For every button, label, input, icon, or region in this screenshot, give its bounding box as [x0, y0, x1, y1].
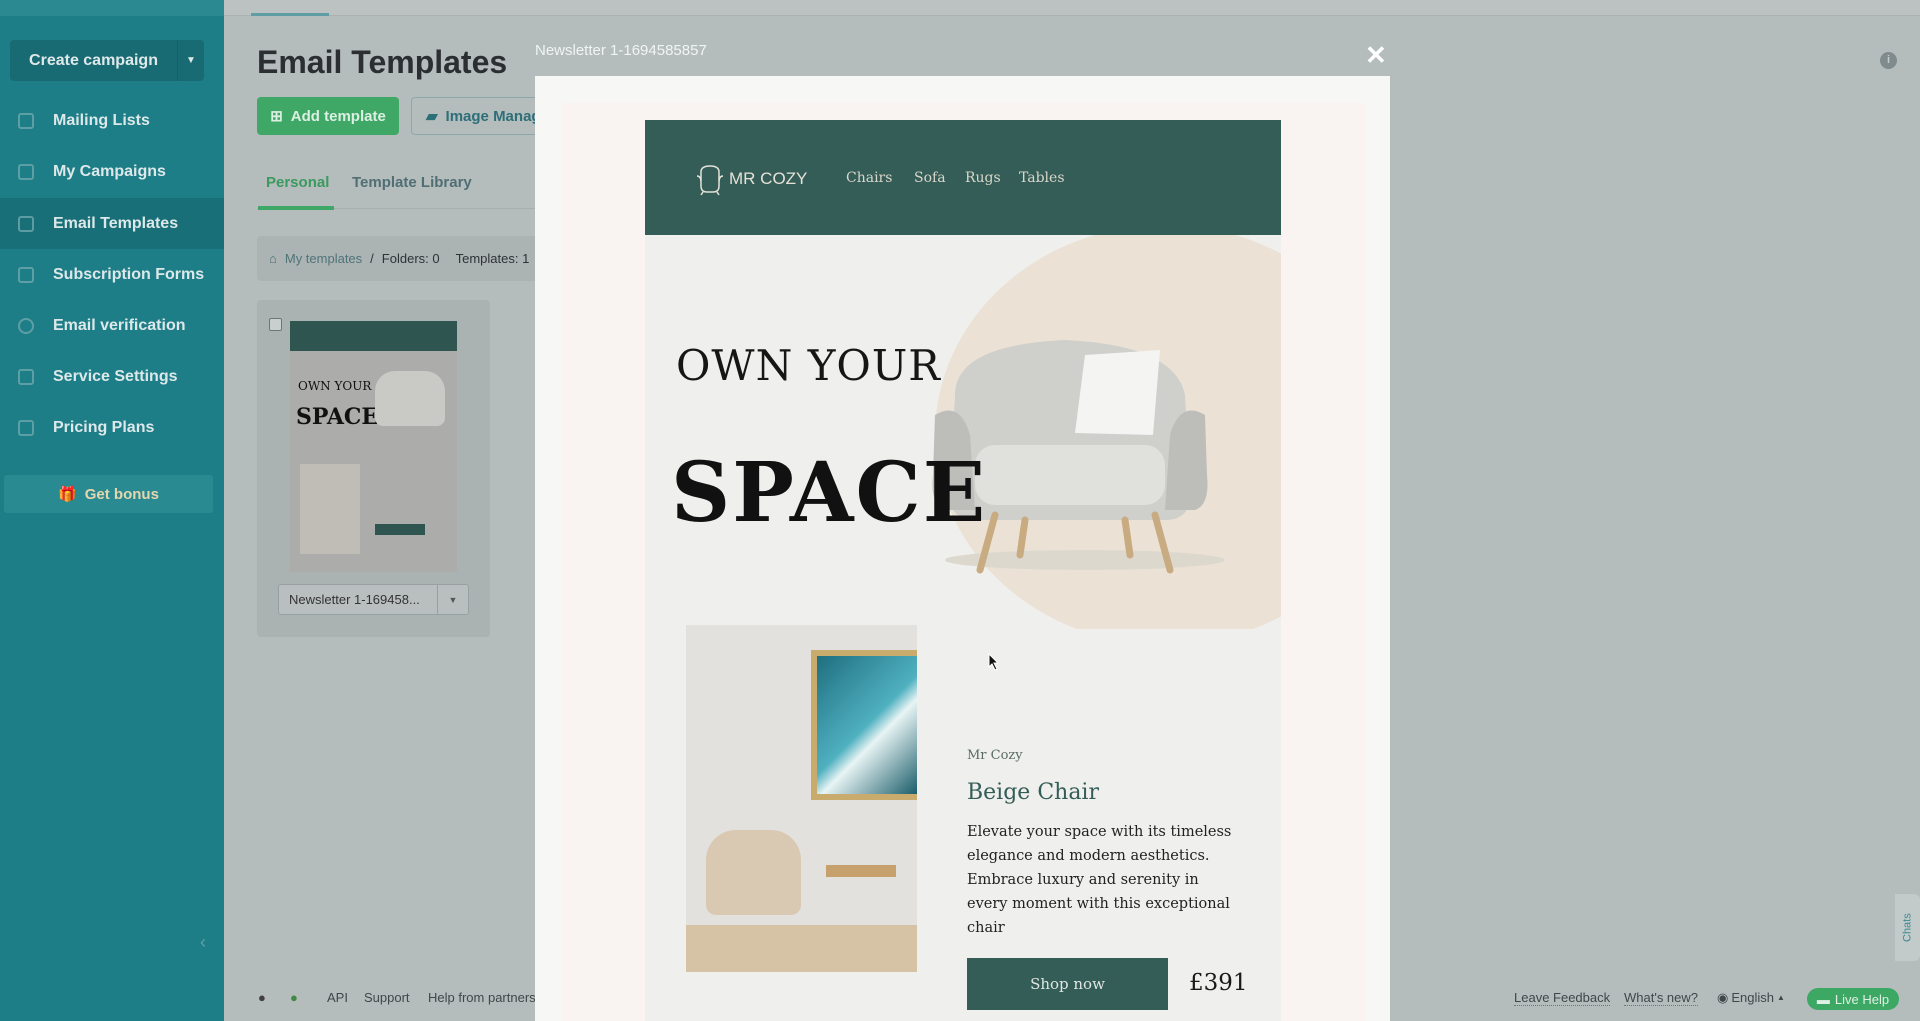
side-table: [826, 865, 896, 877]
modal-title: Newsletter 1-1694585857: [535, 42, 707, 59]
pricing-icon: [18, 419, 34, 436]
thumb-button: [375, 524, 425, 535]
email-nav-sofa[interactable]: Sofa: [914, 170, 946, 186]
brand-name: MR COZY: [729, 169, 808, 188]
email-nav-tables[interactable]: Tables: [1019, 170, 1065, 186]
add-template-button[interactable]: ⊞ Add template: [257, 97, 399, 135]
footer-link-support[interactable]: Support: [364, 990, 410, 1005]
address-book-icon: [18, 112, 34, 129]
create-campaign-button[interactable]: Create campaign ▼: [10, 40, 204, 81]
hero-headline-2: SPACE: [671, 445, 988, 541]
sidebar-item-service-settings[interactable]: Service Settings: [0, 351, 224, 402]
email-preview: MR COZY Chairs Sofa Rugs Tables OWN YOUR…: [645, 120, 1281, 1021]
template-checkbox[interactable]: [269, 318, 282, 331]
email-nav-chairs[interactable]: Chairs: [846, 170, 892, 186]
add-square-icon: ⊞: [270, 108, 283, 125]
hero-headline-1: OWN YOUR: [676, 341, 941, 390]
email-nav-rugs[interactable]: Rugs: [965, 170, 1001, 186]
thumb-text: SPACE: [296, 404, 379, 430]
footer-link-api[interactable]: API: [327, 990, 348, 1005]
email-header: MR COZY Chairs Sofa Rugs Tables: [645, 120, 1281, 235]
top-bar: [224, 0, 1920, 16]
sidebar-item-label: Email Templates: [53, 214, 179, 232]
create-campaign-label: Create campaign: [10, 40, 178, 81]
add-template-label: Add template: [290, 107, 386, 125]
globe-icon: ◉: [1717, 990, 1729, 1005]
product-price: £391: [1189, 970, 1248, 996]
thumb-chair: [375, 371, 445, 426]
sidebar-item-label: My Campaigns: [53, 162, 166, 180]
template-thumbnail[interactable]: OWN YOUR SPACE: [290, 321, 457, 572]
sidebar-item-label: Subscription Forms: [53, 265, 205, 283]
apple-icon[interactable]: ●: [258, 990, 266, 1005]
brand-logo: MR COZY: [693, 162, 807, 196]
live-help-label: Live Help: [1834, 991, 1890, 1007]
sidebar-item-label: Service Settings: [53, 367, 178, 385]
info-icon[interactable]: i: [1880, 52, 1897, 69]
sidebar-item-email-verification[interactable]: Email verification: [0, 300, 224, 351]
chat-icon: ▬: [1816, 991, 1830, 1007]
folders-count: Folders: 0: [381, 251, 440, 266]
breadcrumb-separator: /: [370, 251, 374, 266]
armchair-logo-icon: [696, 165, 724, 196]
product-image: [686, 625, 917, 972]
breadcrumb-my-templates[interactable]: My templates: [285, 251, 362, 266]
email-hero: OWN YOUR SPACE: [645, 235, 1281, 629]
breadcrumb: ⌂ My templates / Folders: 0 Templates: 1: [257, 236, 547, 281]
template-icon: [18, 215, 34, 232]
top-tab-indicator: [251, 13, 329, 16]
sidebar-item-subscription-forms[interactable]: Subscription Forms: [0, 249, 224, 300]
live-help-button[interactable]: ▬ Live Help: [1807, 988, 1899, 1010]
shop-now-button[interactable]: Shop now: [967, 958, 1168, 1010]
get-bonus-label: Get bonus: [84, 485, 159, 503]
leave-feedback-link[interactable]: Leave Feedback: [1514, 990, 1611, 1006]
folder-icon: ▰: [426, 108, 438, 125]
product-kicker: Mr Cozy: [967, 748, 1023, 763]
template-name: Newsletter 1-169458...: [279, 585, 438, 614]
footer-link-partners[interactable]: Help from partners: [428, 990, 536, 1005]
form-icon: [18, 266, 34, 283]
page-title: Email Templates: [257, 44, 508, 80]
get-bonus-button[interactable]: 🎁 Get bonus: [4, 475, 213, 513]
sidebar-top: [0, 0, 224, 16]
tab-template-library[interactable]: Template Library: [352, 174, 472, 191]
sidebar-item-my-campaigns[interactable]: My Campaigns: [0, 146, 224, 197]
home-icon[interactable]: ⌂: [269, 251, 277, 266]
language-label: English: [1731, 990, 1774, 1005]
thumb-text: OWN YOUR: [298, 379, 372, 393]
sidebar-item-label: Pricing Plans: [53, 418, 155, 436]
template-actions-dropdown[interactable]: Newsletter 1-169458... ▼: [278, 584, 469, 615]
sidebar-item-label: Email verification: [53, 316, 186, 334]
sidebar-item-pricing-plans[interactable]: Pricing Plans: [0, 402, 224, 453]
collapse-sidebar-icon[interactable]: ‹: [200, 932, 206, 953]
upload-icon: [18, 163, 34, 180]
templates-count: Templates: 1: [455, 251, 530, 266]
small-armchair: [706, 830, 801, 915]
chevron-down-icon[interactable]: ▼: [178, 55, 204, 66]
product-description: Elevate your space with its timeless ele…: [967, 824, 1232, 936]
settings-icon: [18, 368, 34, 385]
thumb-product-image: [300, 464, 360, 554]
whats-new-link[interactable]: What's new?: [1624, 990, 1699, 1006]
android-icon[interactable]: ●: [290, 990, 298, 1005]
product-title: Beige Chair: [967, 780, 1099, 805]
sidebar-item-label: Mailing Lists: [53, 111, 150, 129]
sidebar: Create campaign ▼ Mailing Lists My Campa…: [0, 0, 224, 1021]
tab-personal[interactable]: Personal: [266, 174, 329, 191]
template-preview-modal: MR COZY Chairs Sofa Rugs Tables OWN YOUR…: [535, 76, 1390, 1021]
caret-up-icon: ▲: [1776, 993, 1785, 1002]
chevron-down-icon[interactable]: ▼: [438, 595, 468, 605]
close-icon[interactable]: ✕: [1365, 40, 1387, 71]
sidebar-item-email-templates[interactable]: Email Templates: [0, 198, 224, 249]
chats-tab[interactable]: Chats: [1895, 894, 1920, 961]
floor: [686, 925, 917, 972]
sidebar-item-mailing-lists[interactable]: Mailing Lists: [0, 95, 224, 146]
check-circle-icon: [18, 317, 34, 334]
language-selector[interactable]: ◉ English ▲: [1717, 990, 1785, 1006]
gift-icon: 🎁: [58, 486, 77, 503]
mouse-cursor-icon: [988, 653, 1000, 671]
thumb-header: [290, 321, 457, 351]
active-tab-underline: [258, 206, 334, 210]
ocean-painting: [817, 656, 917, 794]
